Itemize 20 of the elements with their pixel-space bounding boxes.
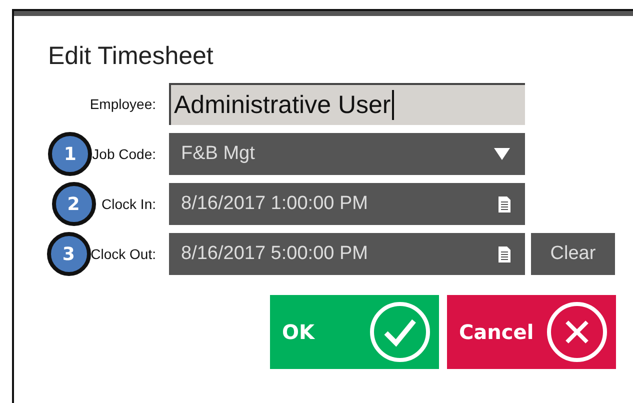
clear-button[interactable]: Clear bbox=[531, 233, 615, 275]
date-time-field[interactable]: 8/16/2017 1:00:00 PM bbox=[169, 183, 525, 225]
dropdown-icon bbox=[493, 147, 511, 161]
field-label: Clock In: bbox=[102, 196, 156, 212]
dialog-title: Edit Timesheet bbox=[48, 42, 214, 71]
document-icon[interactable] bbox=[498, 246, 511, 262]
field-label: Job Code: bbox=[92, 146, 156, 162]
step-badge: 1 bbox=[48, 132, 92, 176]
date-time-field[interactable]: 8/16/2017 5:00:00 PM bbox=[169, 233, 525, 275]
field-label: Clock Out: bbox=[90, 246, 156, 262]
field-label: Employee: bbox=[90, 96, 156, 112]
step-badge: 3 bbox=[46, 232, 91, 276]
step-badge: 2 bbox=[52, 182, 96, 226]
check-icon bbox=[369, 301, 431, 363]
document-icon[interactable] bbox=[498, 196, 511, 212]
job-code-dropdown[interactable]: F&B Mgt bbox=[169, 133, 525, 175]
close-icon bbox=[546, 301, 608, 363]
cancel-button[interactable]: Cancel bbox=[447, 295, 616, 369]
employee-field[interactable]: Administrative User bbox=[169, 83, 525, 125]
ok-button[interactable]: OK bbox=[270, 295, 439, 369]
